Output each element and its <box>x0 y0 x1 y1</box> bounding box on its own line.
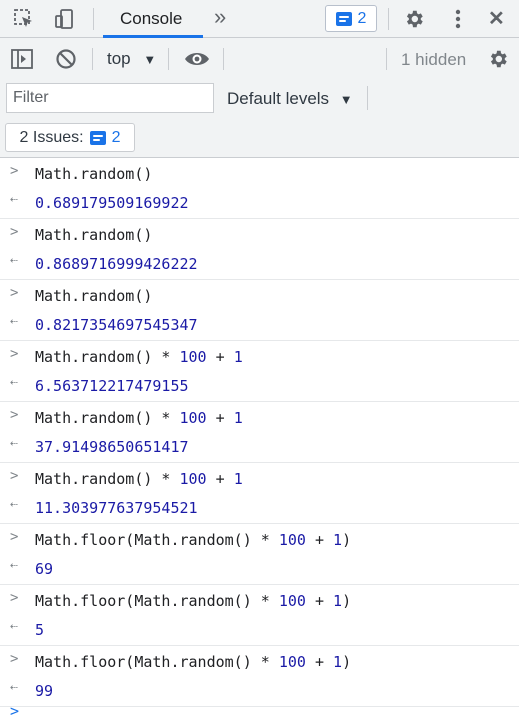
divider <box>386 48 387 70</box>
console-result-value: 69 <box>35 560 54 578</box>
issues-badge-count: 2 <box>357 9 367 27</box>
sidebar-toggle-icon[interactable] <box>10 48 34 70</box>
result-arrow-icon: ⇠ <box>10 192 18 207</box>
input-chevron-icon: > <box>10 407 19 423</box>
console-input-code: Math.floor(Math.random() * 100 + 1) <box>35 653 352 671</box>
clear-console-icon[interactable] <box>54 47 78 71</box>
dropdown-arrow-icon: ▼ <box>143 52 157 67</box>
context-selector-label: top <box>107 49 131 68</box>
message-icon <box>89 130 106 145</box>
result-arrow-icon: ⇠ <box>10 619 18 634</box>
result-arrow-icon: ⇠ <box>10 558 18 573</box>
issues-count: 2 <box>111 128 121 146</box>
console-input-row[interactable]: > Math.floor(Math.random() * 100 + 1) <box>0 526 519 556</box>
console-input-row[interactable]: > Math.floor(Math.random() * 100 + 1) <box>0 587 519 617</box>
console-input-code: Math.random() * 100 + 1 <box>35 470 243 488</box>
divider <box>168 48 169 70</box>
console-input-code: Math.random() <box>35 165 153 183</box>
console-input-code: Math.random() * 100 + 1 <box>35 409 243 427</box>
input-chevron-icon: > <box>10 590 19 606</box>
input-chevron-icon: > <box>10 285 19 301</box>
console-result-value: 0.8217354697545347 <box>35 316 198 334</box>
console-result-value: 37.91498650651417 <box>35 438 189 456</box>
prompt-chevron-icon: > <box>10 702 20 720</box>
console-result-row[interactable]: ⇠ 0.8217354697545347 <box>0 311 519 341</box>
console-result-value: 5 <box>35 621 45 639</box>
console-input-row[interactable]: > Math.random() <box>0 221 519 251</box>
input-chevron-icon: > <box>10 163 19 179</box>
input-chevron-icon: > <box>10 529 19 545</box>
console-entry: > Math.random() * 100 + 1 ⇠ 11.303977637954… <box>0 463 519 524</box>
console-result-value: 0.8689716999426222 <box>35 255 198 273</box>
console-result-row[interactable]: ⇠ 37.91498650651417 <box>0 433 519 463</box>
console-result-row[interactable]: ⇠ 0.8689716999426222 <box>0 250 519 280</box>
message-icon <box>335 11 352 26</box>
input-chevron-icon: > <box>10 346 19 362</box>
filter-input[interactable] <box>6 83 214 113</box>
devtools-tab-bar: Console » 2 ✕ <box>0 0 519 38</box>
divider <box>388 8 389 30</box>
log-levels-dropdown[interactable]: Default levels ▼ <box>227 89 353 109</box>
hidden-messages-count: 1 hidden <box>401 50 467 69</box>
console-input-row[interactable]: > Math.random() <box>0 160 519 190</box>
inspect-element-icon[interactable] <box>12 8 36 30</box>
result-arrow-icon: ⇠ <box>10 497 18 512</box>
issues-badge-button[interactable]: 2 <box>325 5 377 32</box>
console-result-row[interactable]: ⇠ 6.563712217479155 <box>0 372 519 402</box>
console-input-code: Math.random() * 100 + 1 <box>35 348 243 366</box>
console-input-code: Math.random() <box>35 226 153 244</box>
result-arrow-icon: ⇠ <box>10 436 18 451</box>
input-chevron-icon: > <box>10 468 19 484</box>
console-input-row[interactable]: > Math.random() * 100 + 1 <box>0 404 519 434</box>
console-result-row[interactable]: ⇠ 5 <box>0 616 519 646</box>
console-input-code: Math.floor(Math.random() * 100 + 1) <box>35 592 352 610</box>
console-messages: > Math.random() ⇠ 0.689179509169922 > Math.ra… <box>0 158 519 707</box>
console-entry: > Math.floor(Math.random() * 100 + 1) ⇠ 5 <box>0 585 519 646</box>
input-chevron-icon: > <box>10 651 19 667</box>
result-arrow-icon: ⇠ <box>10 375 18 390</box>
input-chevron-icon: > <box>10 224 19 240</box>
log-levels-label: Default levels <box>227 89 330 108</box>
result-arrow-icon: ⇠ <box>10 253 18 268</box>
console-entry: > Math.floor(Math.random() * 100 + 1) ⇠ 69 <box>0 524 519 585</box>
dropdown-arrow-icon: ▼ <box>339 92 353 107</box>
issues-button[interactable]: 2 Issues: 2 <box>5 123 135 152</box>
more-options-kebab-icon[interactable] <box>446 7 470 31</box>
console-settings-gear-icon[interactable] <box>486 47 510 71</box>
live-expression-eye-icon[interactable] <box>183 48 211 70</box>
console-entry: > Math.random() * 100 + 1 ⇠ 6.5637122174791… <box>0 341 519 402</box>
result-arrow-icon: ⇠ <box>10 314 18 329</box>
divider <box>93 8 94 30</box>
more-tabs-button[interactable]: » <box>214 4 226 30</box>
console-toolbar: top ▼ 1 hidden <box>0 38 519 80</box>
settings-gear-icon[interactable] <box>402 7 426 31</box>
issues-label: 2 Issues: <box>19 128 84 146</box>
console-result-value: 6.563712217479155 <box>35 377 189 395</box>
divider <box>223 48 224 70</box>
console-prompt[interactable]: > <box>0 698 519 727</box>
context-selector[interactable]: top ▼ <box>107 49 156 69</box>
console-result-value: 0.689179509169922 <box>35 194 189 212</box>
console-input-code: Math.random() <box>35 287 153 305</box>
device-toolbar-icon[interactable] <box>52 8 76 30</box>
console-input-code: Math.floor(Math.random() * 100 + 1) <box>35 531 352 549</box>
tab-console[interactable]: Console <box>120 9 182 29</box>
close-devtools-icon[interactable]: ✕ <box>488 6 505 31</box>
console-entry: > Math.random() ⇠ 0.8217354697545347 <box>0 280 519 341</box>
console-result-row[interactable]: ⇠ 0.689179509169922 <box>0 189 519 219</box>
console-input-row[interactable]: > Math.floor(Math.random() * 100 + 1) <box>0 648 519 678</box>
console-entry: > Math.random() * 100 + 1 ⇠ 37.914986506514… <box>0 402 519 463</box>
console-entry: > Math.random() ⇠ 0.689179509169922 <box>0 158 519 219</box>
result-arrow-icon: ⇠ <box>10 680 18 695</box>
console-input-row[interactable]: > Math.random() <box>0 282 519 312</box>
console-result-value: 11.303977637954521 <box>35 499 198 517</box>
console-result-row[interactable]: ⇠ 69 <box>0 555 519 585</box>
console-input-row[interactable]: > Math.random() * 100 + 1 <box>0 465 519 495</box>
divider <box>367 86 368 110</box>
console-input-row[interactable]: > Math.random() * 100 + 1 <box>0 343 519 373</box>
divider <box>92 48 93 70</box>
console-entry: > Math.random() ⇠ 0.8689716999426222 <box>0 219 519 280</box>
console-result-row[interactable]: ⇠ 11.303977637954521 <box>0 494 519 524</box>
